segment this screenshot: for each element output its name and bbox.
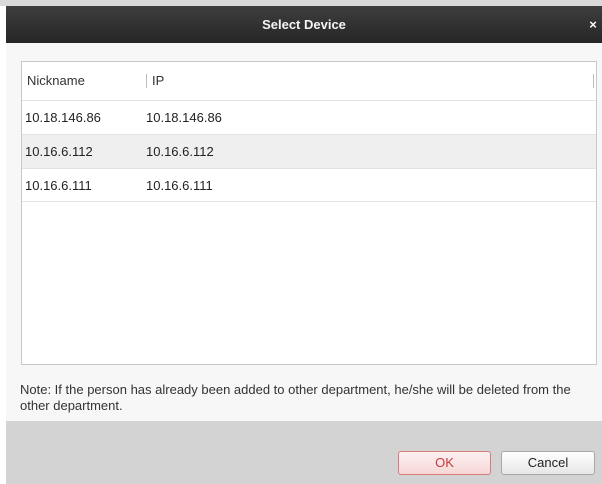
cell-nickname: 10.16.6.112 — [25, 144, 93, 159]
ok-button[interactable]: OK — [398, 451, 491, 475]
table-row[interactable]: 10.16.6.111 10.16.6.111 — [22, 168, 596, 202]
cell-ip: 10.16.6.112 — [146, 144, 214, 159]
close-icon[interactable]: × — [586, 6, 600, 43]
dialog-footer: OK Cancel — [6, 421, 602, 484]
cancel-button[interactable]: Cancel — [501, 451, 595, 475]
dialog-content: Nickname IP 10.18.146.86 10.18.146.86 10… — [6, 43, 602, 421]
title-bar: Select Device × — [6, 6, 602, 43]
cell-nickname: 10.18.146.86 — [25, 110, 101, 125]
column-header-nickname[interactable]: Nickname — [27, 62, 85, 100]
table-row[interactable]: 10.16.6.112 10.16.6.112 — [22, 134, 596, 168]
column-resize-handle[interactable] — [593, 74, 594, 88]
dialog-title: Select Device — [262, 17, 346, 32]
table-header: Nickname IP — [22, 62, 596, 100]
cell-ip: 10.18.146.86 — [146, 110, 222, 125]
cell-nickname: 10.16.6.111 — [25, 178, 92, 193]
department-note: Note: If the person has already been add… — [20, 382, 571, 413]
column-header-ip[interactable]: IP — [146, 74, 164, 88]
cell-ip: 10.16.6.111 — [146, 178, 213, 193]
select-device-dialog: Select Device × Nickname IP 10.18.146.86… — [6, 6, 602, 484]
table-row[interactable]: 10.18.146.86 10.18.146.86 — [22, 100, 596, 134]
device-table: Nickname IP 10.18.146.86 10.18.146.86 10… — [21, 61, 597, 365]
